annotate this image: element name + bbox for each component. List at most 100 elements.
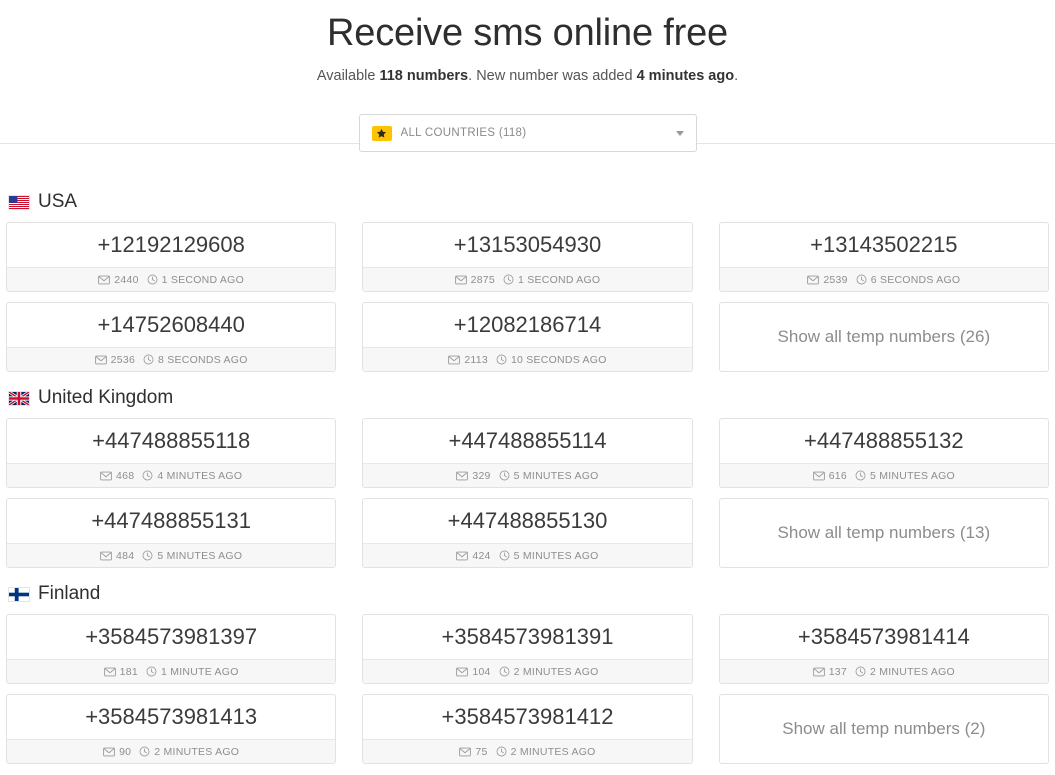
last-message-time-value: 2 MINUTES AGO: [154, 745, 240, 758]
message-count: 2536: [94, 353, 136, 366]
number-card[interactable]: +447488855132 616 5 MINUTES AGO: [718, 418, 1049, 488]
page-subtitle: Available 118 numbers. New number was ad…: [0, 66, 1055, 86]
number-card[interactable]: +447488855114 329 5 MINUTES AGO: [362, 418, 693, 488]
message-count-value: 181: [119, 665, 138, 678]
country-select-dropdown[interactable]: ALL COUNTRIES (118): [358, 114, 697, 152]
last-message-time-value: 4 MINUTES AGO: [157, 469, 243, 482]
envelope-icon: [103, 667, 116, 677]
message-count: 484: [100, 550, 134, 562]
phone-number[interactable]: +3584573981413: [7, 695, 335, 739]
last-message-time: 1 MINUTE AGO: [146, 666, 239, 678]
message-count-value: 75: [475, 745, 488, 758]
last-message-time: 1 SECOND AGO: [147, 274, 244, 286]
number-card[interactable]: +13153054930 2875 1 SECOND AGO: [362, 222, 693, 292]
phone-number[interactable]: +447488855130: [363, 499, 691, 543]
phone-number[interactable]: +3584573981412: [363, 695, 691, 739]
message-count-value: 2539: [823, 273, 848, 286]
phone-number[interactable]: +12082186714: [363, 303, 691, 347]
phone-number[interactable]: +3584573981397: [7, 615, 335, 659]
envelope-icon: [103, 747, 115, 757]
country-heading: Finland: [6, 582, 1055, 606]
last-message-time-value: 5 MINUTES AGO: [513, 469, 599, 482]
subtitle-suffix: .: [734, 68, 739, 84]
last-message-time: 2 MINUTES AGO: [855, 666, 955, 678]
last-message-time-value: 10 SECONDS AGO: [510, 353, 607, 366]
number-card-meta: 468 4 MINUTES AGO: [7, 463, 336, 487]
phone-number[interactable]: +14752608440: [7, 303, 335, 347]
last-message-time-value: 2 MINUTES AGO: [513, 665, 599, 678]
message-count: 468: [100, 470, 134, 482]
show-all-temp-numbers-button[interactable]: Show all temp numbers (2): [718, 694, 1049, 764]
message-count-value: 104: [472, 665, 491, 678]
phone-number[interactable]: +13153054930: [363, 223, 691, 267]
number-card-meta: 329 5 MINUTES AGO: [363, 463, 692, 487]
number-card[interactable]: +13143502215 2539 6 SECONDS AGO: [718, 222, 1049, 292]
number-card[interactable]: +3584573981412 75 2 MINUTES AGO: [362, 694, 693, 764]
number-card[interactable]: +12192129608 2440 1 SECOND AGO: [6, 222, 337, 292]
message-count: 90: [103, 746, 131, 758]
message-count: 104: [456, 666, 490, 678]
phone-number[interactable]: +447488855132: [720, 419, 1048, 463]
number-card[interactable]: +447488855118 468 4 MINUTES AGO: [6, 418, 337, 488]
phone-number[interactable]: +447488855131: [7, 499, 335, 543]
number-card[interactable]: +3584573981391 104 2 MINUTES AGO: [362, 614, 693, 684]
page-title: Receive sms online free: [327, 12, 728, 54]
country-section-finland: Finland +3584573981397 181 1 MINUTE AGO +3…: [0, 582, 1055, 764]
message-count-value: 468: [116, 469, 135, 482]
clock-icon: [147, 274, 158, 285]
number-card[interactable]: +14752608440 2536 8 SECONDS AGO: [6, 302, 337, 372]
number-card[interactable]: +12082186714 2113 10 SECONDS AGO: [362, 302, 693, 372]
subtitle-middle: . New number was added: [468, 68, 637, 84]
number-card[interactable]: +3584573981413 90 2 MINUTES AGO: [6, 694, 337, 764]
last-message-time-value: 1 SECOND AGO: [161, 273, 245, 286]
country-section-usa: USA +12192129608 2440 1 SECOND AGO +131530…: [0, 190, 1055, 372]
envelope-icon: [459, 747, 472, 757]
clock-icon: [503, 274, 514, 285]
country-name: United Kingdom: [38, 387, 174, 408]
number-card-meta: 181 1 MINUTE AGO: [7, 659, 336, 683]
number-card-meta: 137 2 MINUTES AGO: [719, 659, 1048, 683]
show-all-temp-numbers-button[interactable]: Show all temp numbers (13): [718, 498, 1049, 568]
country-filter-row: ALL COUNTRIES (118): [0, 114, 1055, 176]
chevron-down-icon[interactable]: [675, 130, 684, 136]
last-message-time-value: 1 MINUTE AGO: [160, 665, 239, 678]
phone-number[interactable]: +447488855118: [7, 419, 335, 463]
message-count: 2113: [448, 354, 488, 366]
message-count: 2875: [454, 273, 495, 286]
subtitle-last-added-time: 4 minutes ago: [636, 68, 735, 84]
last-message-time-value: 2 MINUTES AGO: [510, 745, 596, 758]
last-message-time: 6 SECONDS AGO: [856, 274, 961, 286]
last-message-time: 5 MINUTES AGO: [499, 470, 599, 482]
phone-number[interactable]: +13143502215: [720, 223, 1048, 267]
clock-icon: [499, 550, 510, 561]
number-card-grid: +12192129608 2440 1 SECOND AGO +131530549…: [0, 222, 1055, 372]
number-card[interactable]: +447488855131 484 5 MINUTES AGO: [6, 498, 337, 568]
envelope-icon: [454, 275, 467, 285]
envelope-icon: [456, 667, 469, 677]
number-card[interactable]: +447488855130 424 5 MINUTES AGO: [362, 498, 693, 568]
phone-number[interactable]: +447488855114: [363, 419, 691, 463]
number-card-meta: 2536 8 SECONDS AGO: [7, 347, 336, 371]
clock-icon: [496, 354, 507, 365]
message-count-value: 2875: [470, 273, 495, 286]
clock-icon: [856, 274, 867, 285]
number-card-meta: 484 5 MINUTES AGO: [7, 543, 336, 567]
message-count-value: 2113: [464, 353, 488, 366]
phone-number[interactable]: +3584573981414: [720, 615, 1048, 659]
phone-number[interactable]: +12192129608: [7, 223, 335, 267]
last-message-time-value: 2 MINUTES AGO: [870, 665, 955, 678]
page-header: Receive sms online free Available 118 nu…: [0, 0, 1055, 86]
number-card[interactable]: +3584573981397 181 1 MINUTE AGO: [6, 614, 337, 684]
message-count: 2539: [807, 274, 847, 286]
message-count: 424: [456, 550, 490, 562]
message-count-value: 2536: [110, 353, 136, 366]
last-message-time: 1 SECOND AGO: [503, 274, 600, 286]
last-message-time: 2 MINUTES AGO: [499, 666, 599, 678]
show-all-temp-numbers-button[interactable]: Show all temp numbers (26): [718, 302, 1049, 372]
number-card[interactable]: +3584573981414 137 2 MINUTES AGO: [718, 614, 1049, 684]
last-message-time-value: 1 SECOND AGO: [517, 273, 601, 286]
phone-number[interactable]: +3584573981391: [363, 615, 691, 659]
last-message-time: 4 MINUTES AGO: [142, 470, 242, 482]
last-message-time: 5 MINUTES AGO: [142, 550, 242, 562]
clock-icon: [146, 666, 157, 677]
